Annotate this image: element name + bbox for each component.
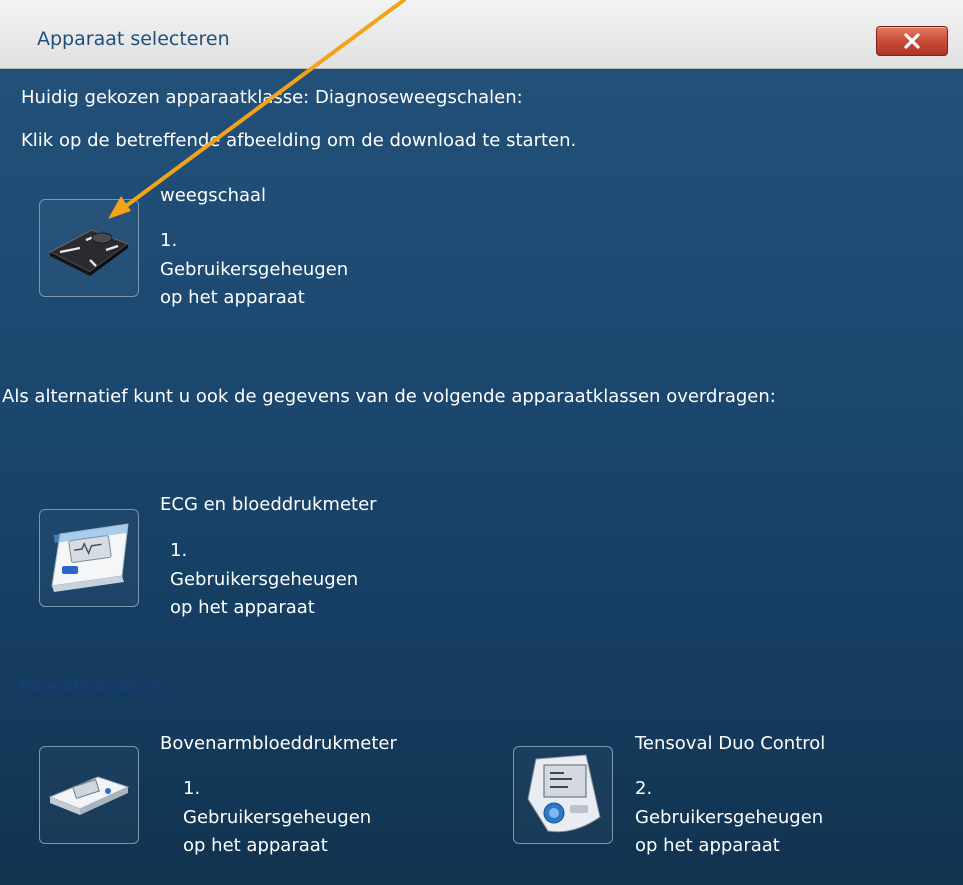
- device-select-dialog: Apparaat selecteren Huidig gekozen appar…: [0, 0, 963, 885]
- annotation-arrow: [108, 0, 406, 219]
